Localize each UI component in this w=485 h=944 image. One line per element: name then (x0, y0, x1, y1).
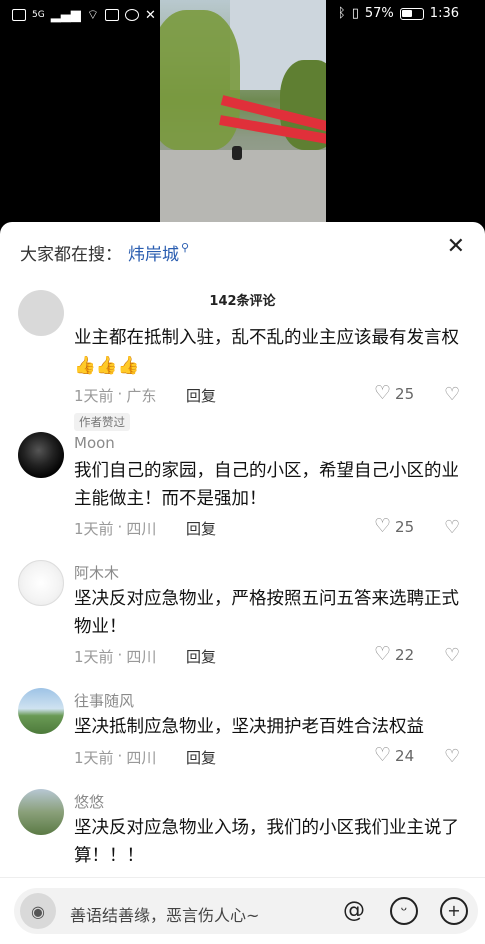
comment-location: 四川 (126, 749, 157, 767)
bluetooth-icon: ᛒ (337, 6, 346, 21)
heart-icon: ♡ (374, 643, 392, 665)
heart-icon: ♡ (374, 744, 392, 766)
like-button[interactable]: ♡ 24 (374, 746, 414, 765)
vibrate-icon: ▯ (351, 6, 359, 21)
nfc-icon (104, 9, 119, 21)
comment-time: 1天前 (74, 648, 114, 666)
comment-meta: 1天前 · 四川 (74, 646, 156, 667)
reply-button[interactable]: 回复 (186, 747, 216, 768)
meta-separator: · (117, 518, 123, 536)
author-liked-tag: 作者赞过 (74, 413, 130, 431)
meta-separator: · (117, 747, 123, 765)
close-icon[interactable]: ✕ (447, 234, 465, 259)
comment-location: 广东 (126, 387, 157, 405)
comment-username[interactable]: 往事随风 (74, 690, 134, 711)
status-left: 5G ▂▄▆ ⌔ ✕ (12, 7, 156, 23)
like-button[interactable]: ♡ 25 (374, 384, 414, 403)
video-rider (232, 146, 242, 160)
avatar[interactable] (18, 789, 64, 835)
trending-search: 大家都在搜： 炜岸城 ⚲ (20, 240, 189, 265)
emoji-icon[interactable]: ᵕ (390, 897, 418, 925)
camera-icon[interactable]: ◉ (20, 893, 56, 929)
comment-meta: 1天前 · 广东 (74, 385, 156, 406)
hd-icon (12, 9, 26, 21)
video-tree (160, 10, 240, 150)
alarm-icon (124, 9, 139, 21)
like-count: 25 (395, 517, 415, 536)
comment-text-body: 业主都在抵制入驻，乱不乱的业主应该最有发言权👍👍👍 (74, 328, 459, 376)
comment-meta: 1天前 · 四川 (74, 747, 156, 768)
meta-separator: · (117, 385, 123, 403)
video-road (160, 150, 326, 222)
mute-icon: ✕ (144, 7, 156, 23)
comment-username[interactable]: 阿木木 (74, 562, 119, 583)
comment-time: 1天前 (74, 520, 114, 538)
like-count: 24 (395, 746, 415, 765)
comment-time: 1天前 (74, 387, 114, 405)
reply-button[interactable]: 回复 (186, 518, 216, 539)
comment-time: 1天前 (74, 749, 114, 767)
like-count: 25 (395, 384, 415, 403)
video-player[interactable] (160, 0, 326, 222)
dislike-icon[interactable]: ♡ (444, 517, 460, 538)
comment-text[interactable]: 坚决反对应急物业，严格按照五问五答来选聘正式物业！ (74, 585, 470, 641)
dislike-icon[interactable]: ♡ (444, 746, 460, 767)
like-button[interactable]: ♡ 22 (374, 645, 414, 664)
battery-percent: 57% (364, 6, 394, 21)
battery-icon (399, 7, 424, 20)
trending-search-term[interactable]: 炜岸城 (128, 240, 179, 265)
like-button[interactable]: ♡ 25 (374, 517, 414, 536)
trending-prefix: 大家都在搜： (20, 245, 122, 265)
avatar[interactable] (18, 688, 64, 734)
network-label: 5G (32, 10, 45, 20)
dislike-icon[interactable]: ♡ (444, 384, 460, 405)
heart-icon: ♡ (374, 515, 392, 537)
reply-button[interactable]: 回复 (186, 646, 216, 667)
wifi-icon: ⌔ (86, 8, 99, 23)
comment-username[interactable]: Moon (74, 434, 115, 452)
meta-separator: · (117, 646, 123, 664)
comment-username[interactable]: 悠悠 (74, 791, 104, 812)
reply-button[interactable]: 回复 (186, 385, 216, 406)
avatar[interactable] (18, 432, 64, 478)
heart-icon: ♡ (374, 382, 392, 404)
comment-count: 142条评论 (209, 294, 276, 309)
comment-text[interactable]: 我们自己的家园，自己的小区，希望自己小区的业主能做主！而不是强加！ (74, 457, 470, 513)
comment-location: 四川 (126, 520, 157, 538)
plus-icon[interactable]: + (440, 897, 468, 925)
comment-input-placeholder[interactable]: 善语结善缘，恶言伤人心~ (70, 902, 259, 926)
status-right: ᛒ ▯ 57% 1:36 (338, 6, 459, 21)
avatar[interactable] (18, 290, 64, 336)
dislike-icon[interactable]: ♡ (444, 645, 460, 666)
like-count: 22 (395, 645, 415, 664)
comment-input-bar: ◉ 善语结善缘，恶言伤人心~ @ ᵕ + (0, 877, 485, 944)
comment-text[interactable]: 坚决抵制应急物业，坚决拥护老百姓合法权益 (74, 713, 470, 741)
avatar[interactable] (18, 560, 64, 606)
comment-location: 四川 (126, 648, 157, 666)
clock: 1:36 (429, 6, 459, 21)
at-icon[interactable]: @ (340, 897, 368, 925)
comment-meta: 1天前 · 四川 (74, 518, 156, 539)
comment-input[interactable]: ◉ 善语结善缘，恶言伤人心~ @ ᵕ + (14, 888, 478, 934)
signal-icon: ▂▄▆ (50, 7, 81, 23)
comment-sheet: 大家都在搜： 炜岸城 ⚲ ✕ 142条评论 业主都在抵制入驻，乱不乱的业主应该最… (0, 222, 485, 944)
comment-text[interactable]: 坚决反对应急物业入场，我们的小区我们业主说了算！！！ (74, 814, 470, 870)
comment-text[interactable]: 业主都在抵制入驻，乱不乱的业主应该最有发言权👍👍👍 (74, 324, 470, 380)
search-icon[interactable]: ⚲ (181, 241, 189, 254)
